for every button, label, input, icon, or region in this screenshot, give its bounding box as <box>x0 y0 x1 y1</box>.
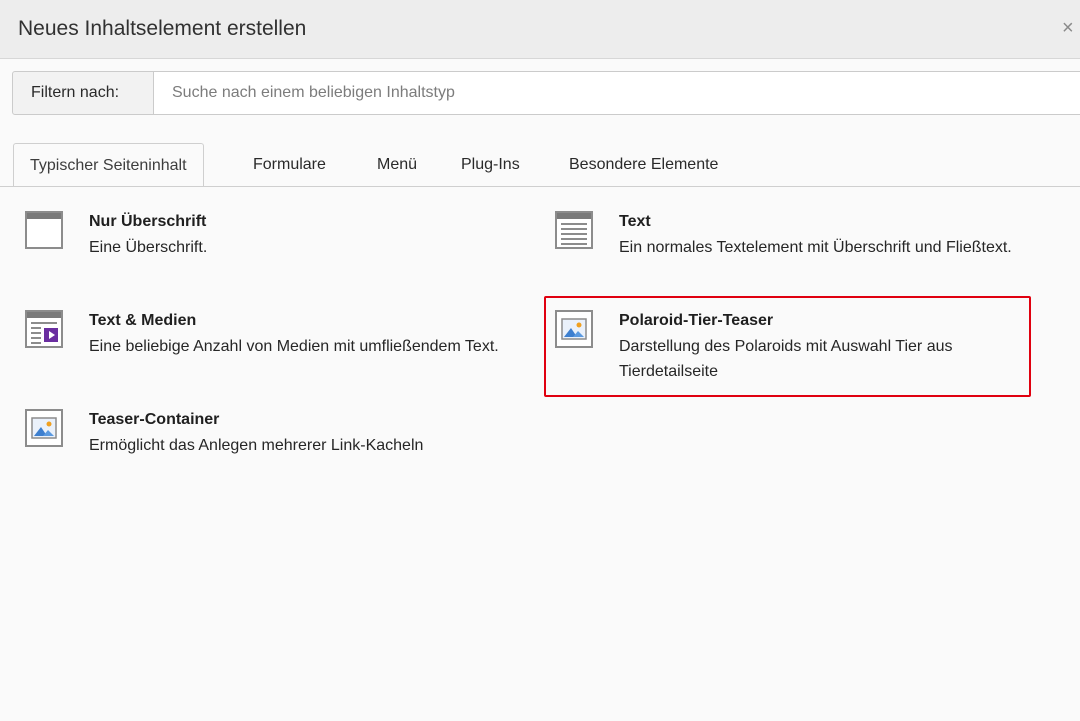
tab-plug-ins[interactable]: Plug-Ins <box>461 143 520 187</box>
tab-typischer-seiteninhalt[interactable]: Typischer Seiteninhalt <box>13 143 204 187</box>
dialog-title: Neues Inhaltselement erstellen <box>18 17 307 40</box>
content-type-text[interactable]: Text Ein normales Textelement mit Übersc… <box>555 211 1025 291</box>
filter-label: Filtern nach: <box>12 71 154 115</box>
tabs-divider <box>0 186 1080 187</box>
dialog-header: Neues Inhaltselement erstellen × <box>0 0 1080 59</box>
filter-search-input[interactable] <box>154 71 1080 115</box>
content-type-teaser-container[interactable]: Teaser-Container Ermöglicht das Anlegen … <box>25 409 535 469</box>
content-type-polaroid-tier-teaser[interactable]: Polaroid-Tier-Teaser Darstellung des Pol… <box>555 310 1025 390</box>
content-type-description: Eine beliebige Anzahl von Medien mit umf… <box>89 338 499 355</box>
close-icon[interactable]: × <box>1062 17 1080 39</box>
filter-bar: Filtern nach: <box>12 71 1080 115</box>
content-type-description: Eine Überschrift. <box>89 239 208 256</box>
tab-menue[interactable]: Menü <box>377 143 417 187</box>
content-type-description: Darstellung des Polaroids mit Auswahl Ti… <box>619 338 953 380</box>
tab-besondere-elemente[interactable]: Besondere Elemente <box>569 143 718 187</box>
content-type-nur-ueberschrift[interactable]: Nur Überschrift Eine Überschrift. <box>25 211 535 291</box>
content-type-title: Polaroid-Tier-Teaser <box>619 312 774 329</box>
text-media-icon <box>25 310 63 348</box>
content-type-title: Text <box>619 213 651 230</box>
image-icon <box>25 409 63 447</box>
content-type-title: Nur Überschrift <box>89 213 207 230</box>
content-type-description: Ein normales Textelement mit Überschrift… <box>619 239 1012 256</box>
content-type-text-medien[interactable]: Text & Medien Eine beliebige Anzahl von … <box>25 310 535 390</box>
image-icon <box>555 310 593 348</box>
content-type-title: Text & Medien <box>89 312 197 329</box>
header-icon <box>25 211 63 249</box>
content-type-description: Ermöglicht das Anlegen mehrerer Link-Kac… <box>89 437 424 454</box>
content-type-title: Teaser-Container <box>89 411 220 428</box>
text-icon <box>555 211 593 249</box>
tab-formulare[interactable]: Formulare <box>253 143 326 187</box>
